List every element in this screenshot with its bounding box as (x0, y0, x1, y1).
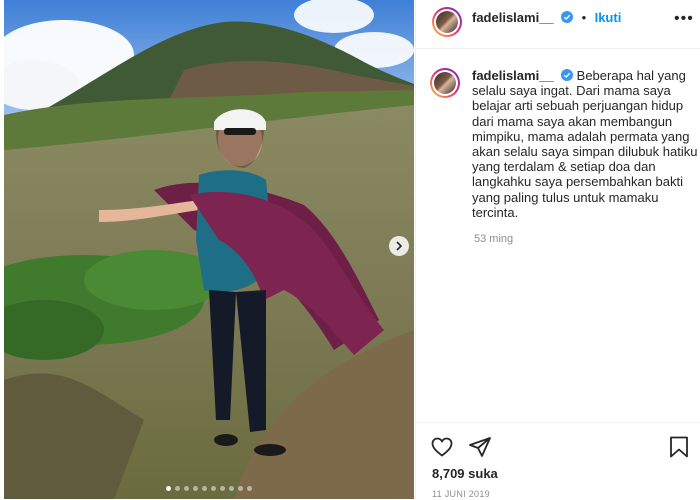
carousel-dot (238, 486, 243, 491)
avatar[interactable] (432, 7, 462, 37)
follow-button[interactable]: Ikuti (595, 10, 622, 25)
carousel-dot (175, 486, 180, 491)
bookmark-icon[interactable] (668, 435, 690, 459)
instagram-post: fadelislami__ • Ikuti ••• fadelislami__ … (0, 0, 700, 499)
caption-text: fadelislami__ Beberapa hal yang selalu s… (472, 68, 700, 220)
share-icon[interactable] (468, 435, 492, 459)
post-header: fadelislami__ • Ikuti ••• (416, 0, 700, 49)
caption-avatar[interactable] (430, 68, 460, 98)
carousel-dot (220, 486, 225, 491)
post-photo[interactable] (4, 0, 414, 499)
more-options-icon[interactable]: ••• (674, 10, 694, 28)
carousel-dot (229, 486, 234, 491)
heart-icon[interactable] (430, 435, 454, 459)
carousel-next-button[interactable] (389, 236, 409, 256)
photo-image (4, 0, 414, 499)
post-date: 11 JUNI 2019 (432, 489, 490, 499)
carousel-dot (193, 486, 198, 491)
likes-count[interactable]: 8,709 suka (432, 466, 498, 481)
action-bar: 8,709 suka 11 JUNI 2019 (416, 422, 700, 500)
verified-icon (560, 69, 573, 81)
carousel-indicator (4, 486, 414, 491)
carousel-dot (184, 486, 189, 491)
carousel-dot (247, 486, 252, 491)
verified-icon (561, 11, 574, 23)
carousel-dot (211, 486, 216, 491)
caption-username[interactable]: fadelislami__ (472, 68, 554, 83)
post-sidebar: fadelislami__ • Ikuti ••• fadelislami__ … (415, 0, 700, 499)
timestamp-relative[interactable]: 53 ming (474, 233, 513, 245)
caption-content: Beberapa hal yang selalu saya ingat. Dar… (472, 68, 698, 220)
chevron-right-icon (396, 241, 403, 251)
carousel-dot (166, 486, 171, 491)
separator-bullet: • (581, 10, 587, 25)
carousel-dot (202, 486, 207, 491)
header-username[interactable]: fadelislami__ (472, 10, 554, 25)
